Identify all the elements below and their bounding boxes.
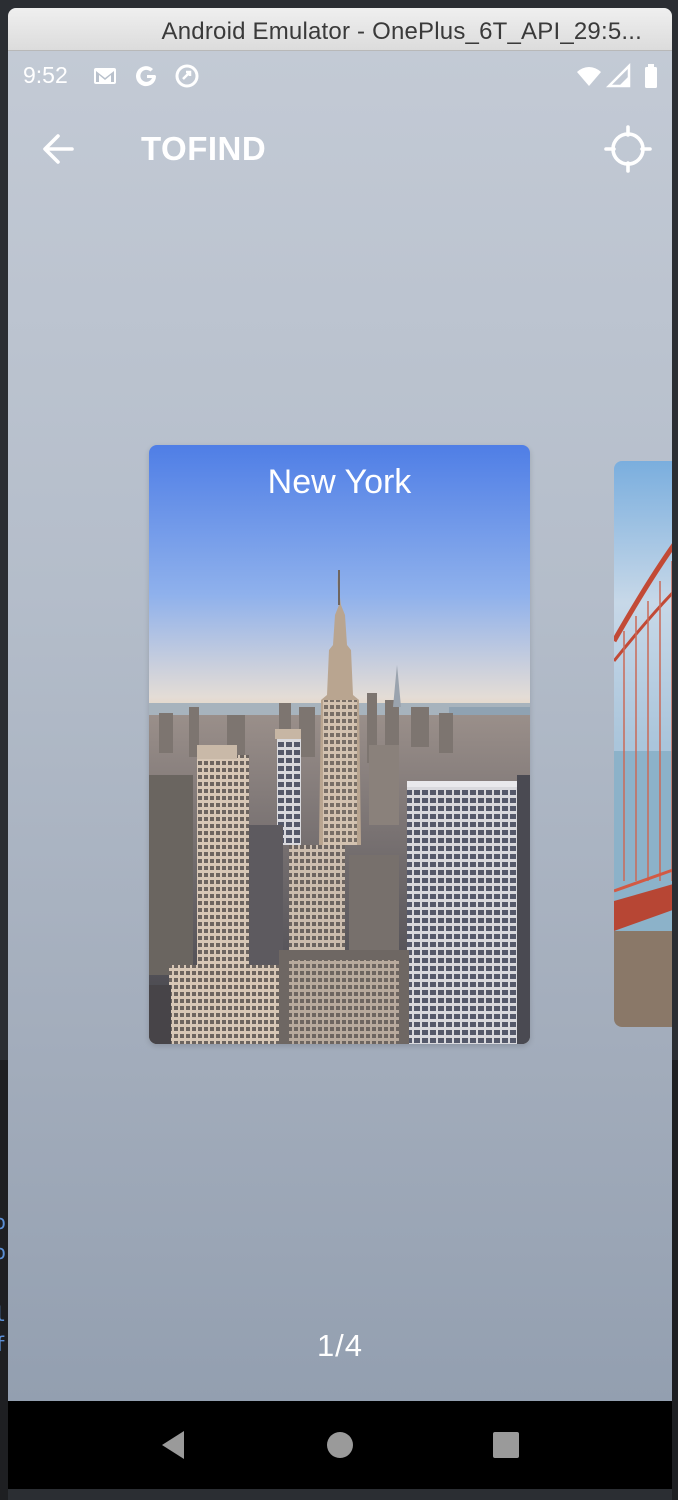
card-title: New York <box>267 463 412 501</box>
app-bar: TOFIND <box>8 99 672 199</box>
google-icon <box>136 66 157 87</box>
background-code-glyph: o <box>0 1210 7 1234</box>
back-triangle-icon[interactable] <box>156 1427 192 1463</box>
background-window-right <box>672 1060 678 1500</box>
background-code-glyph: o <box>0 1240 7 1264</box>
background-code-glyph: f <box>0 1332 7 1356</box>
wifi-icon <box>577 67 601 86</box>
city-card-next[interactable] <box>614 461 672 1027</box>
golden-gate-bridge-image <box>614 461 672 1027</box>
home-circle-icon[interactable] <box>322 1427 358 1463</box>
navigation-bar <box>8 1401 672 1489</box>
arrow-back-icon[interactable] <box>34 125 82 173</box>
battery-icon <box>645 64 657 88</box>
emulator-window-title: Android Emulator - OnePlus_6T_API_29:5..… <box>161 18 642 45</box>
emulator-title-bar[interactable]: Android Emulator - OnePlus_6T_API_29:5..… <box>8 8 672 51</box>
new-york-skyline-image <box>149 445 530 1044</box>
signal-icon <box>606 63 631 88</box>
status-bar: 9:52 <box>8 51 672 99</box>
my-location-icon[interactable] <box>602 123 654 175</box>
city-card-new-york[interactable]: New York <box>149 445 530 1044</box>
gmail-icon <box>94 68 116 84</box>
recents-square-icon[interactable] <box>488 1427 524 1463</box>
data-saver-icon <box>175 64 199 88</box>
device-screen: 9:52 TOFIND New York 1/4 <box>8 51 672 1401</box>
app-title: TOFIND <box>141 130 267 167</box>
status-time: 9:52 <box>23 62 68 88</box>
background-code-glyph: l <box>0 1302 7 1326</box>
background-window-left: o o l f <box>0 1060 8 1500</box>
page-indicator: 1/4 <box>316 1328 364 1363</box>
